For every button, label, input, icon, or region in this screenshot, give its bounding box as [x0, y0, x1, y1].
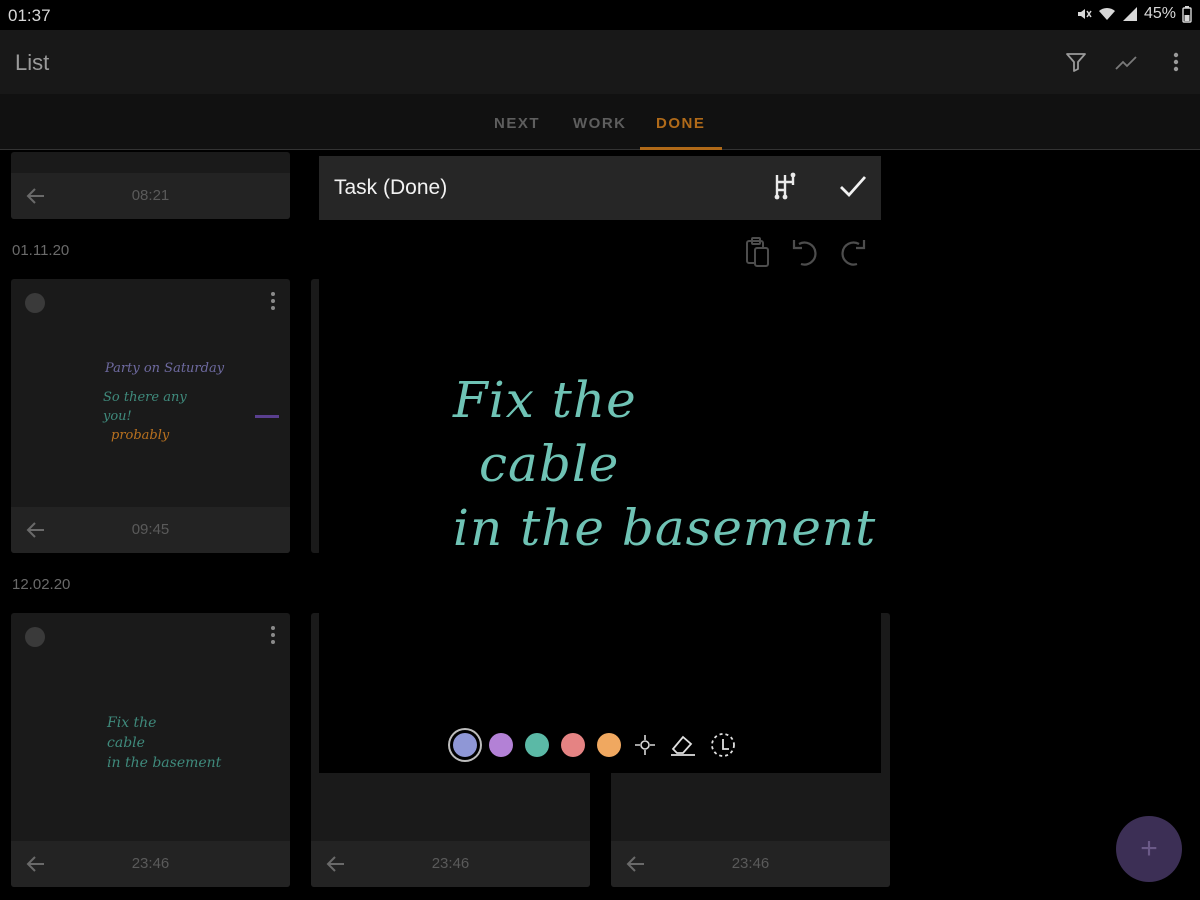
- note-line: Fix the: [453, 371, 637, 429]
- trend-icon: [1115, 56, 1137, 70]
- section-date: 01.11.20: [12, 242, 70, 259]
- card-time: 23:46: [431, 855, 470, 872]
- tab-indicator: [640, 147, 722, 150]
- note-preview: Party on Saturday So there any you! prob…: [103, 359, 224, 445]
- redo-button[interactable]: [839, 238, 867, 266]
- card-footer: 08:21: [11, 173, 290, 219]
- eraser-icon[interactable]: [669, 733, 697, 757]
- tasks-button[interactable]: [771, 172, 799, 200]
- kebab-icon[interactable]: [270, 625, 276, 645]
- task-card[interactable]: Fix the cable in the basement 23:46: [11, 613, 290, 887]
- note-line: in the basement: [107, 755, 222, 771]
- status-circle[interactable]: [25, 627, 45, 647]
- tab-next[interactable]: NEXT: [494, 115, 540, 132]
- check-icon: [840, 176, 867, 198]
- color-swatch-orange[interactable]: [597, 733, 621, 757]
- stats-button[interactable]: [1112, 48, 1140, 76]
- status-circle[interactable]: [25, 293, 45, 313]
- note-preview: Fix the cable in the basement: [107, 713, 221, 773]
- paste-button[interactable]: [743, 237, 771, 267]
- note-line: So there any: [103, 390, 187, 405]
- note-line: probably: [111, 428, 170, 443]
- filter-button[interactable]: [1062, 48, 1090, 76]
- mute-icon: [1077, 9, 1092, 19]
- kebab-icon: [1173, 52, 1179, 72]
- add-task-button[interactable]: +: [1116, 816, 1182, 882]
- lasso-select-icon[interactable]: [709, 731, 737, 759]
- status-icons: 45%: [1076, 5, 1192, 23]
- section-date: 12.02.20: [12, 576, 71, 593]
- note-line: cable: [107, 735, 145, 751]
- tab-work[interactable]: WORK: [573, 115, 627, 132]
- card-footer: 23:46: [611, 841, 890, 887]
- note-line: you!: [103, 409, 132, 424]
- color-palette: [453, 731, 737, 759]
- color-swatch-blue[interactable]: [453, 733, 477, 757]
- color-swatch-teal[interactable]: [525, 733, 549, 757]
- card-time: 23:46: [131, 855, 170, 872]
- confirm-button[interactable]: [839, 172, 867, 200]
- redo-icon: [841, 240, 866, 266]
- card-time: 08:21: [131, 187, 170, 204]
- task-card[interactable]: 08:21: [11, 152, 290, 219]
- pen-size-icon[interactable]: [633, 733, 657, 757]
- task-tree-icon: [774, 172, 796, 200]
- color-swatch-purple[interactable]: [489, 733, 513, 757]
- note-line: Fix the: [107, 715, 157, 731]
- plus-icon: +: [1140, 832, 1158, 865]
- dialog-header: Task (Done): [319, 156, 881, 220]
- note-line: Party on Saturday: [105, 361, 225, 376]
- undo-button[interactable]: [791, 238, 819, 266]
- drawing-canvas[interactable]: Fix the cable in the basement: [453, 368, 876, 560]
- battery-text: 45%: [1143, 5, 1176, 22]
- page-title: List: [15, 50, 50, 75]
- edit-toolbar: [743, 237, 867, 267]
- note-line: cable: [479, 435, 620, 493]
- task-card[interactable]: Party on Saturday So there any you! prob…: [11, 279, 290, 553]
- card-time: 09:45: [131, 521, 170, 538]
- battery-icon: [1182, 5, 1192, 23]
- task-dialog: Task (Done) Fix the cable in the basemen…: [319, 156, 881, 773]
- dialog-title: Task (Done): [334, 176, 448, 199]
- note-line: in the basement: [453, 499, 877, 557]
- kebab-icon[interactable]: [270, 291, 276, 311]
- tab-bar: NEXT WORK DONE: [0, 94, 1200, 150]
- undo-icon: [792, 240, 817, 266]
- card-footer: 09:45: [11, 507, 290, 553]
- status-bar: 01:37 45%: [0, 0, 1200, 30]
- clipboard-icon: [746, 237, 769, 267]
- card-footer: 23:46: [11, 841, 290, 887]
- tab-done[interactable]: DONE: [656, 115, 705, 132]
- card-footer: 23:46: [311, 841, 590, 887]
- card-time: 23:46: [731, 855, 770, 872]
- pen-stroke: [255, 415, 279, 418]
- wifi-icon: [1098, 7, 1115, 20]
- app-bar: List: [0, 30, 1200, 94]
- signal-icon: [1122, 7, 1137, 21]
- more-options-button[interactable]: [1162, 48, 1190, 76]
- status-time: 01:37: [8, 6, 51, 25]
- filter-icon: [1066, 53, 1086, 72]
- color-swatch-red[interactable]: [561, 733, 585, 757]
